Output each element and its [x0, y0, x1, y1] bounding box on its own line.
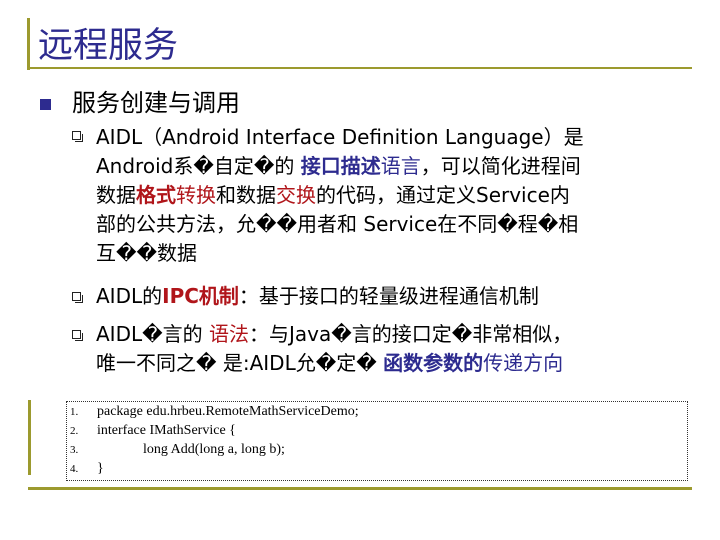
code-line: 1. package edu.hrbeu.RemoteMathServiceDe…: [67, 402, 687, 422]
text-run: AIDL的: [96, 284, 163, 308]
paragraph-line: AIDL（Android Interface Definition Langua…: [96, 123, 584, 152]
text-run: 传递方向: [483, 351, 564, 375]
code-line: 3. long Add(long a, long b);: [67, 440, 687, 460]
code-line: 2. interface IMathService {: [67, 421, 687, 441]
bullet-item-aidl-definition: AIDL（Android Interface Definition Langua…: [96, 123, 584, 268]
frame-bottom-line: [28, 487, 692, 490]
code-line: 4. }: [67, 459, 687, 479]
text-run: 函数参数的: [383, 351, 484, 375]
line-number: 4.: [70, 463, 79, 475]
code-text: interface IMathService {: [97, 423, 236, 438]
text-run: 接口描述: [300, 154, 381, 178]
text-run: 部的公共方法，允��用者和 Service在不同�程�相: [96, 212, 579, 236]
code-text: }: [97, 461, 104, 476]
text-run: IPC机制: [162, 284, 239, 308]
code-block: 1. package edu.hrbeu.RemoteMathServiceDe…: [66, 401, 688, 481]
paragraph-line: Android系�自定�的 接口描述语言，可以简化进程间: [96, 152, 584, 181]
paragraph-line: 唯一不同之� 是:AIDL允�定� 函数参数的传递方向: [96, 349, 572, 378]
line-number: 3.: [70, 444, 79, 456]
checkbox-bullet-icon: [72, 292, 83, 303]
paragraph-line: 部的公共方法，允��用者和 Service在不同�程�相: [96, 210, 584, 239]
frame-bottom-left-vertical: [28, 400, 31, 475]
page-title: 远程服务: [38, 26, 179, 66]
bullet-item-aidl-ipc: AIDL的IPC机制：基于接口的轻量级进程通信机制: [96, 282, 539, 311]
line-number: 2.: [70, 425, 79, 437]
section-heading: 服务创建与调用: [72, 89, 240, 117]
text-run: 交换: [276, 183, 316, 207]
text-run: 语言: [380, 154, 421, 178]
frame-top-left-vertical: [27, 18, 30, 70]
text-run: 的代码，通过定义Service内: [316, 183, 570, 207]
checkbox-bullet-icon: [72, 330, 83, 341]
square-bullet-icon: [40, 99, 51, 110]
text-run: ：基于接口的轻量级进程通信机制: [238, 284, 539, 308]
text-run: 和数据: [216, 183, 276, 207]
text-run: 唯一不同之� 是:AIDL允�定�: [96, 351, 384, 375]
text-run: ：与Java�言的接口定�非常相似，: [249, 322, 573, 346]
paragraph-line: AIDL的IPC机制：基于接口的轻量级进程通信机制: [96, 282, 539, 311]
code-text: long Add(long a, long b);: [143, 442, 285, 457]
paragraph-line: 数据格式转换和数据交换的代码，通过定义Service内: [96, 181, 584, 210]
paragraph-line: 互��数据: [96, 239, 584, 268]
bullet-item-aidl-syntax: AIDL�言的 语法：与Java�言的接口定�非常相似， 唯一不同之� 是:AID…: [96, 320, 572, 378]
text-run: 语法: [209, 322, 249, 346]
text-run: ，可以简化进程间: [420, 154, 581, 178]
text-run: Android系�自定�的: [96, 154, 301, 178]
text-run: 数据: [96, 183, 136, 207]
paragraph-line: AIDL�言的 语法：与Java�言的接口定�非常相似，: [96, 320, 572, 349]
text-run: AIDL�言的: [96, 322, 209, 346]
text-run: 互��数据: [96, 241, 198, 265]
line-number: 1.: [70, 406, 79, 418]
text-run: 转换: [176, 183, 216, 207]
code-text: package edu.hrbeu.RemoteMathServiceDemo;: [97, 404, 359, 419]
text-run: AIDL（Android Interface Definition Langua…: [96, 125, 584, 149]
text-run: 格式: [136, 183, 176, 207]
checkbox-bullet-icon: [72, 131, 83, 142]
